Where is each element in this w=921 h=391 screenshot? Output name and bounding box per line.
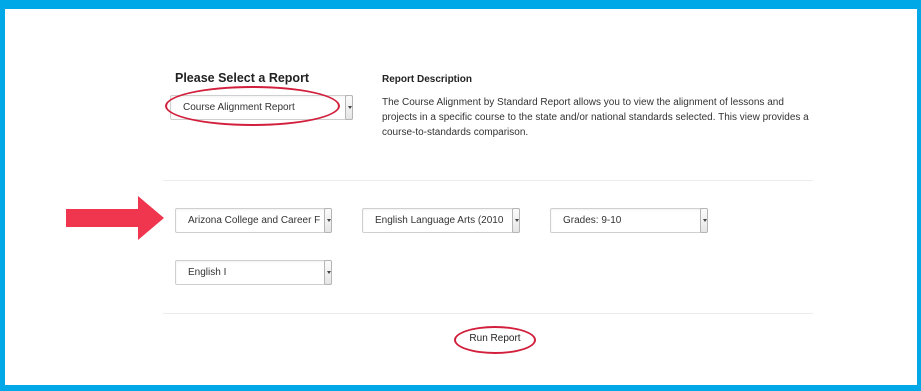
description-line: The Course Alignment by Standard Report … [382, 97, 784, 108]
description-line: projects in a specific course to the sta… [382, 112, 809, 123]
course-select[interactable]: English I [175, 260, 332, 285]
select-report-heading: Please Select a Report [175, 71, 310, 85]
subject-value: English Language Arts (2010 [375, 215, 504, 226]
arrow-right-icon [66, 196, 164, 240]
standard-set-value: Arizona College and Career F [188, 215, 321, 226]
grades-value: Grades: 9-10 [563, 215, 622, 226]
course-value: English I [188, 267, 227, 278]
chevron-down-icon[interactable] [324, 208, 332, 233]
section-divider [163, 180, 813, 181]
chevron-down-icon[interactable] [700, 208, 708, 233]
grades-select[interactable]: Grades: 9-10 [550, 208, 708, 233]
chevron-down-icon[interactable] [324, 260, 332, 285]
section-divider [163, 313, 813, 314]
run-report-highlight-ellipse [454, 326, 536, 354]
chevron-down-icon[interactable] [512, 208, 520, 233]
report-description-heading: Report Description [382, 74, 473, 85]
standard-set-select[interactable]: Arizona College and Career F [175, 208, 332, 233]
report-highlight-ellipse [165, 86, 340, 126]
subject-select[interactable]: English Language Arts (2010 [362, 208, 520, 233]
description-line: course-to-standards comparison. [382, 127, 529, 138]
chevron-down-icon[interactable] [345, 95, 353, 120]
report-description-text: The Course Alignment by Standard Report … [382, 95, 842, 140]
